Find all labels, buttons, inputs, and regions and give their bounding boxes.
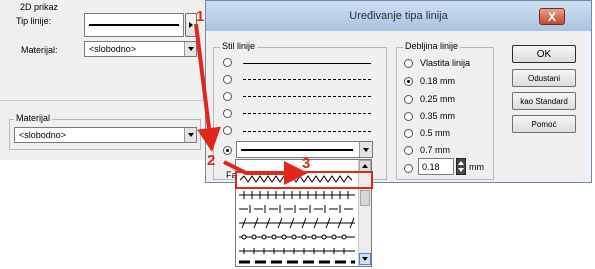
annotation-step-3: 3 (302, 155, 311, 172)
annotation-overlay (194, 23, 373, 189)
annotation-step-1: 1 (196, 8, 205, 25)
annotation-step-2: 2 (207, 152, 216, 169)
annotation-arrow-1 (194, 23, 221, 152)
